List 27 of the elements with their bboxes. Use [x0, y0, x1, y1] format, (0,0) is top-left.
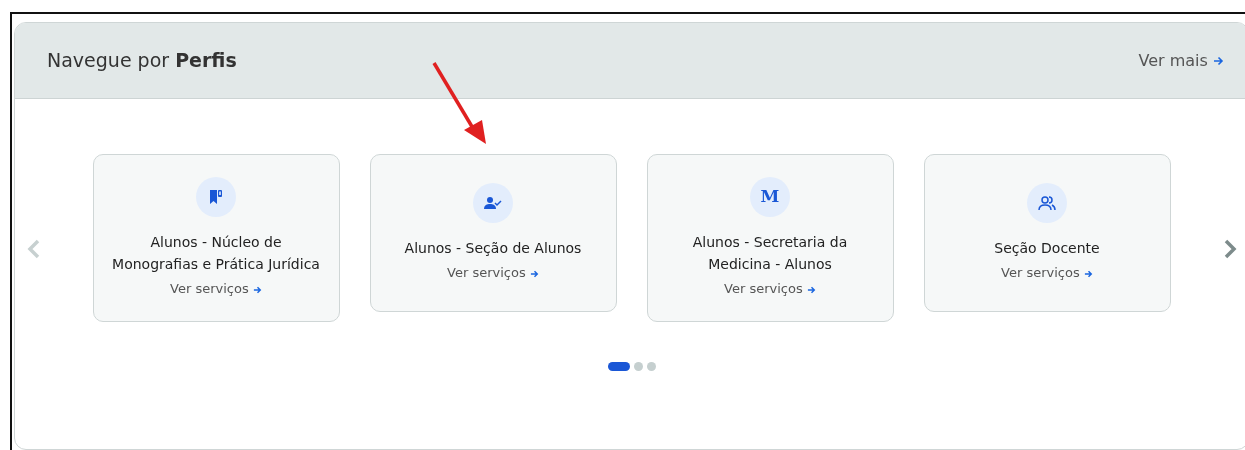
letter-icon: M	[760, 184, 780, 210]
see-services-link[interactable]: Ver serviços	[1001, 263, 1093, 283]
next-icon[interactable]	[1222, 238, 1237, 259]
carousel-dot[interactable]	[633, 361, 643, 371]
card-title: Alunos - Seção de Alunos	[404, 239, 582, 259]
arrow-right-icon	[252, 285, 262, 294]
arrow-right-icon	[1083, 269, 1093, 278]
profile-card[interactable]: Alunos - Núcleo de Monografias e Prática Jurídica Ver serviços	[92, 154, 340, 322]
carousel-dot[interactable]	[646, 361, 656, 371]
see-more-link[interactable]: Ver mais	[1138, 48, 1224, 73]
card-title: Alunos - Núcleo de Monografias e Prática Jurídica	[111, 233, 321, 274]
profile-card[interactable]: Seção Docente Ver serviços	[923, 154, 1171, 312]
see-services-link[interactable]: Ver serviços	[724, 279, 816, 299]
profile-card[interactable]: Alunos - Seção de Alunos Ver serviços	[369, 154, 617, 312]
previous-icon[interactable]	[26, 238, 41, 259]
card-title: Alunos - Secretaria da Medicina - Alunos	[691, 233, 849, 274]
bookmark-icon	[208, 189, 224, 205]
card-title: Seção Docente	[994, 239, 1100, 259]
user-check-icon	[484, 196, 502, 211]
arrow-right-icon	[1213, 56, 1224, 66]
section-title: Navegue por Perfis	[47, 48, 237, 74]
see-services-link[interactable]: Ver serviços	[447, 263, 539, 283]
profile-card[interactable]: M Alunos - Secretaria da Medicina - Alunos Ver serviços	[646, 154, 894, 322]
users-icon	[1038, 195, 1056, 212]
arrow-right-icon	[529, 269, 539, 278]
see-services-link[interactable]: Ver serviços	[170, 279, 262, 299]
arrow-right-icon	[806, 285, 816, 294]
